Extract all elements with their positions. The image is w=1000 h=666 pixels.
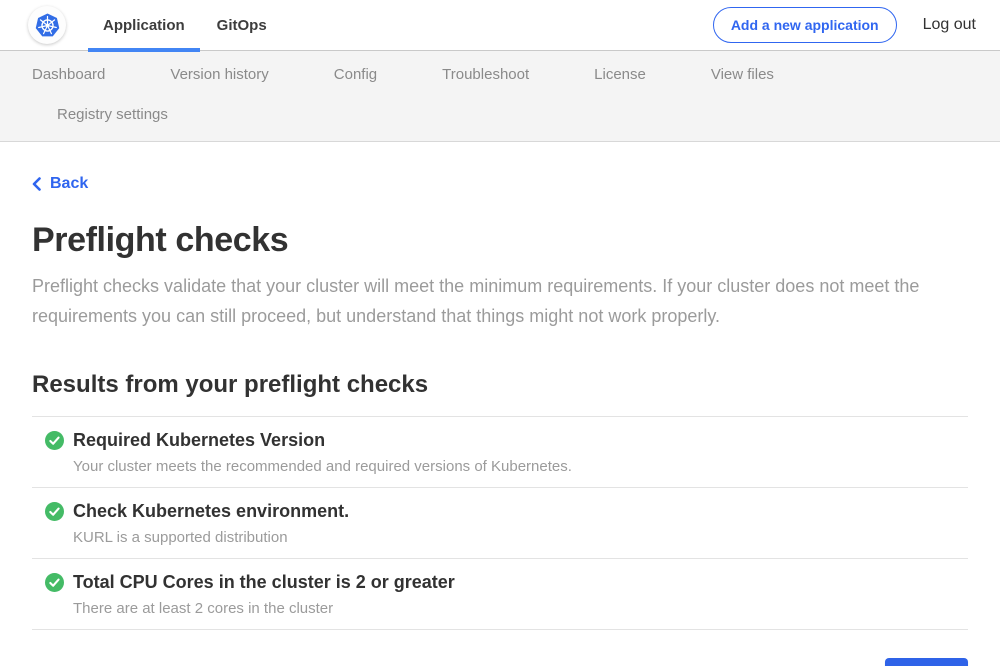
check-title: Check Kubernetes environment. — [73, 501, 349, 522]
back-link[interactable]: Back — [32, 175, 88, 193]
subnav-row-1: Dashboard Version history Config Trouble… — [32, 65, 968, 85]
back-label: Back — [50, 175, 88, 193]
check-title: Required Kubernetes Version — [73, 430, 572, 451]
subnav-item-dashboard[interactable]: Dashboard — [32, 65, 105, 85]
subnav-item-version-history[interactable]: Version history — [170, 65, 268, 85]
tab-application[interactable]: Application — [88, 0, 200, 51]
check-title: Total CPU Cores in the cluster is 2 or g… — [73, 572, 455, 593]
check-description: There are at least 2 cores in the cluste… — [73, 600, 455, 617]
check-content: Check Kubernetes environment. KURL is a … — [73, 501, 349, 546]
preflight-check-row: Required Kubernetes Version Your cluster… — [32, 417, 968, 488]
subnav-row-2: Registry settings — [32, 105, 968, 125]
footer-actions: Re-run — [32, 658, 968, 666]
kubernetes-logo — [28, 6, 66, 44]
preflight-check-row: Check Kubernetes environment. KURL is a … — [32, 488, 968, 559]
results-heading: Results from your preflight checks — [32, 371, 968, 399]
check-content: Total CPU Cores in the cluster is 2 or g… — [73, 572, 455, 617]
check-content: Required Kubernetes Version Your cluster… — [73, 430, 572, 475]
secondary-navbar: Dashboard Version history Config Trouble… — [0, 51, 1000, 142]
preflight-check-row: Total CPU Cores in the cluster is 2 or g… — [32, 559, 968, 630]
check-circle-icon — [45, 431, 64, 450]
rerun-button[interactable]: Re-run — [885, 658, 968, 666]
chevron-left-icon — [32, 177, 41, 191]
primary-tabs: Application GitOps — [88, 0, 282, 51]
subnav-item-registry-settings[interactable]: Registry settings — [57, 105, 168, 125]
add-new-application-button[interactable]: Add a new application — [713, 7, 897, 43]
page-title: Preflight checks — [32, 221, 968, 260]
logout-link[interactable]: Log out — [923, 16, 976, 34]
subnav-item-license[interactable]: License — [594, 65, 646, 85]
preflight-checks-list: Required Kubernetes Version Your cluster… — [32, 416, 968, 630]
check-circle-icon — [45, 573, 64, 592]
check-circle-icon — [45, 502, 64, 521]
tab-gitops[interactable]: GitOps — [202, 0, 282, 51]
main-content: Back Preflight checks Preflight checks v… — [0, 142, 1000, 666]
subnav-item-config[interactable]: Config — [334, 65, 377, 85]
page-description: Preflight checks validate that your clus… — [32, 271, 962, 331]
top-navbar: Application GitOps Add a new application… — [0, 0, 1000, 51]
subnav-item-troubleshoot[interactable]: Troubleshoot — [442, 65, 529, 85]
check-description: Your cluster meets the recommended and r… — [73, 458, 572, 475]
subnav-item-view-files[interactable]: View files — [711, 65, 774, 85]
check-description: KURL is a supported distribution — [73, 529, 349, 546]
kubernetes-helm-wheel-icon — [32, 10, 63, 41]
